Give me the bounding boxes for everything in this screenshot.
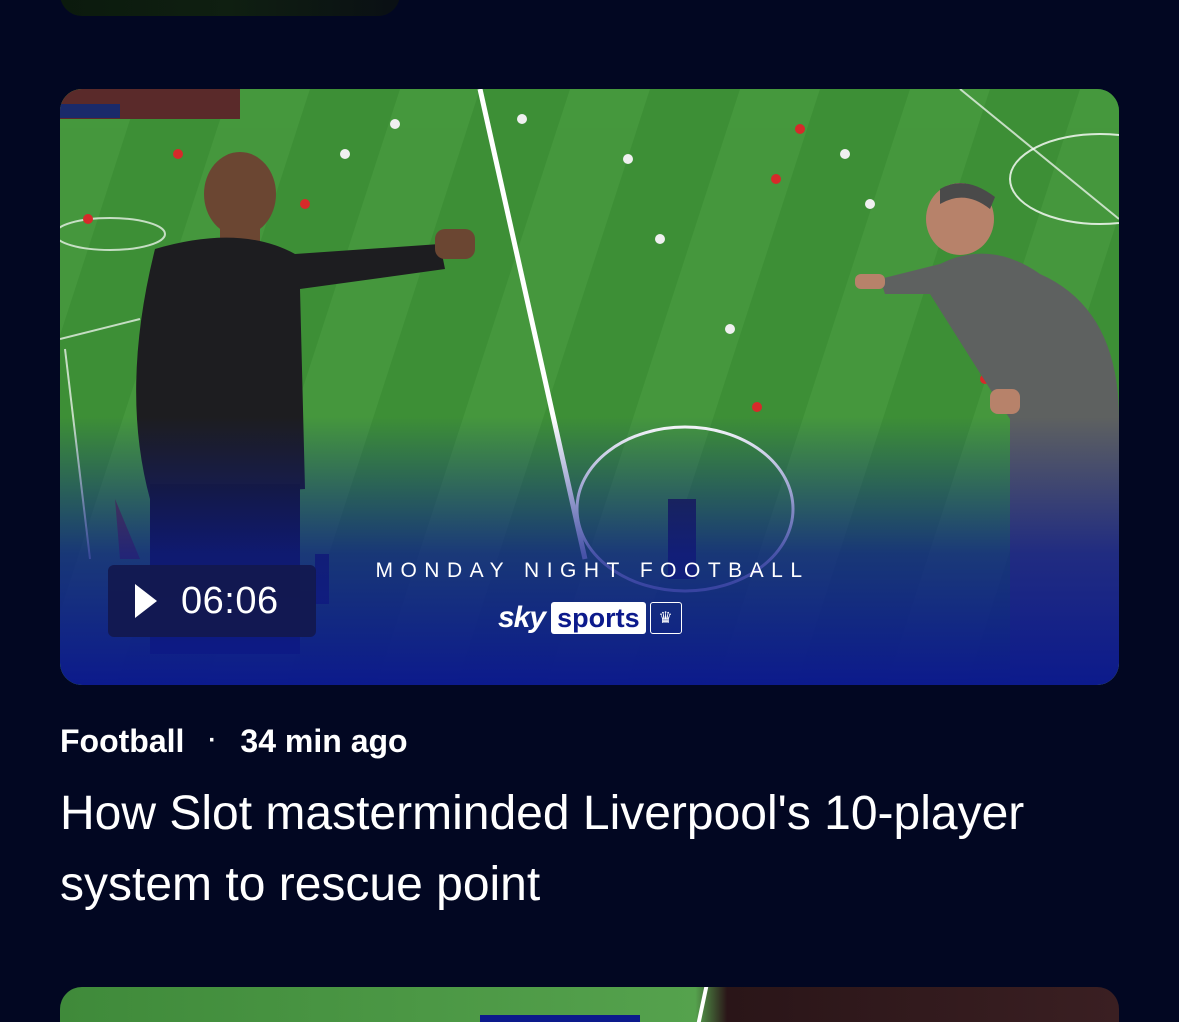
next-card-pitch-line (695, 987, 709, 1022)
next-card-detail (480, 1015, 640, 1022)
meta-separator: · (208, 727, 217, 754)
article-timestamp: 34 min ago (240, 722, 408, 759)
article-headline[interactable]: How Slot masterminded Liverpool's 10-pla… (60, 778, 1120, 920)
brand-sports: sports (551, 602, 646, 634)
play-icon (135, 584, 157, 618)
video-duration-badge[interactable]: 06:06 (108, 565, 316, 637)
article-thumbnail[interactable]: 06:06 MONDAY NIGHT FOOTBALL sky sports ♛ (60, 89, 1119, 685)
article-meta: Football · 34 min ago (60, 718, 408, 764)
premier-league-lion-icon: ♛ (649, 602, 682, 634)
sky-sports-logo: sky sports ♛ (498, 601, 682, 635)
video-duration: 06:06 (181, 579, 279, 622)
news-feed: 06:06 MONDAY NIGHT FOOTBALL sky sports ♛… (0, 0, 1179, 1022)
next-article-card[interactable] (60, 987, 1119, 1022)
show-title: MONDAY NIGHT FOOTBALL (375, 559, 810, 582)
previous-article-card[interactable] (60, 0, 400, 16)
brand-sky: sky (498, 601, 546, 634)
article-category[interactable]: Football (60, 723, 184, 760)
